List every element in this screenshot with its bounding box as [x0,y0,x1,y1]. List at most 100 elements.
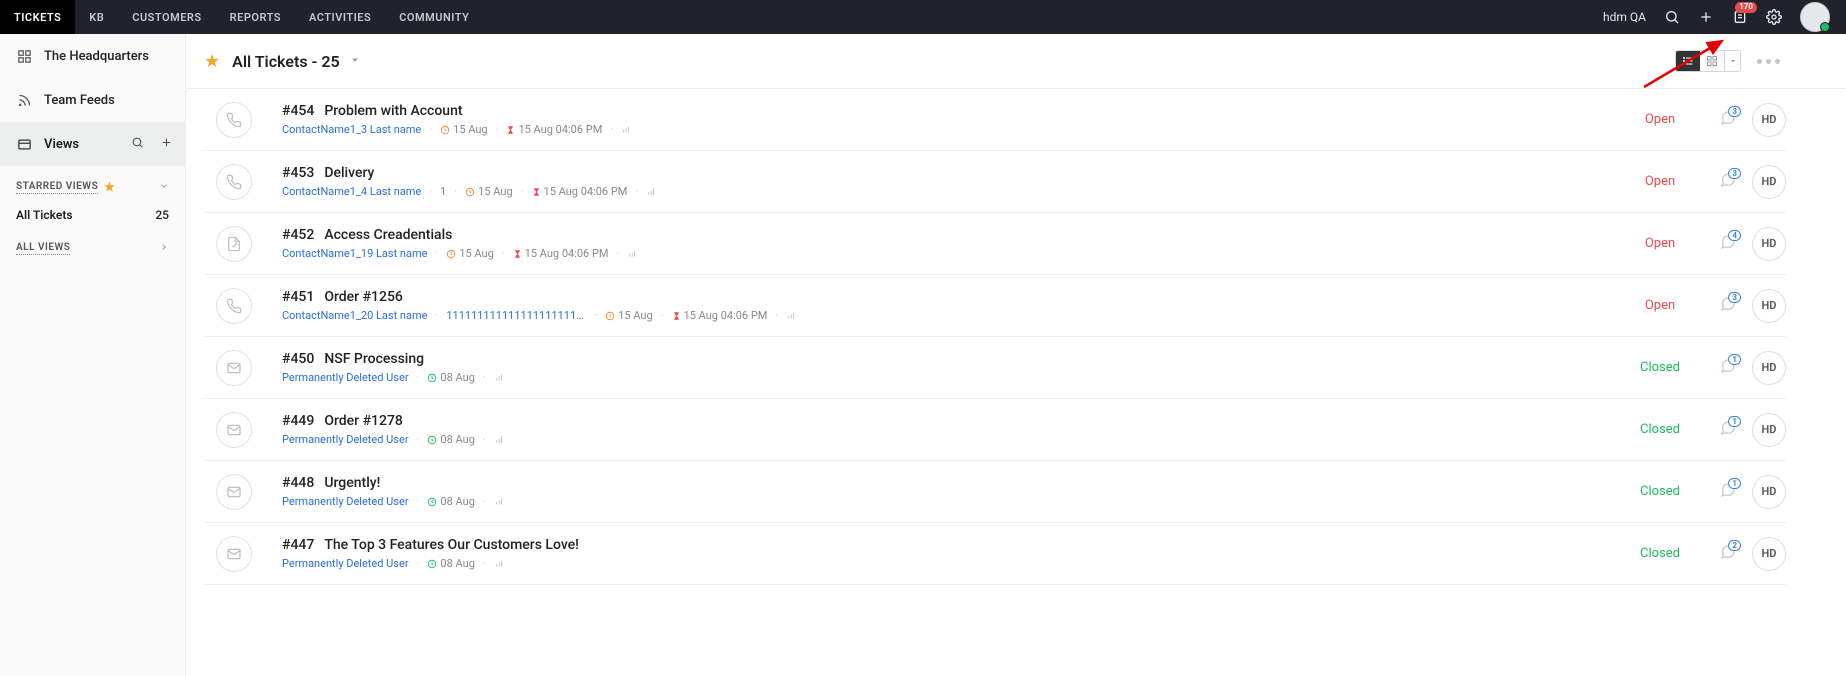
views-add-icon[interactable] [160,136,173,153]
ticket-title[interactable]: The Top 3 Features Our Customers Love! [324,537,579,553]
ticket-row[interactable]: #450 NSF Processing Permanently Deleted … [204,337,1786,399]
ticket-row[interactable]: #447 The Top 3 Features Our Customers Lo… [204,523,1786,585]
sidebar-team-feeds[interactable]: Team Feeds [0,78,185,122]
ticket-meta: Permanently Deleted User· 08 Aug· [282,371,1620,384]
sidebar-item-label: Team Feeds [44,93,115,108]
comment-count: 1 [1728,416,1741,428]
nav-community[interactable]: COMMUNITY [385,0,483,34]
ticket-row[interactable]: #452 Access Creadentials ContactName1_19… [204,213,1786,275]
gear-icon[interactable] [1766,9,1782,25]
views-search-icon[interactable] [131,136,144,153]
assignee-avatar[interactable]: HD [1752,413,1786,447]
assignee-avatar[interactable]: HD [1752,103,1786,137]
view-toggle-dropdown[interactable] [1724,51,1740,71]
comment-count: 1 [1728,478,1741,490]
sidebar-headquarters[interactable]: The Headquarters [0,34,185,78]
top-nav: TICKETS KB CUSTOMERS REPORTS ACTIVITIES … [0,0,1846,34]
contact-link[interactable]: Permanently Deleted User [282,557,409,570]
ticket-body: #454 Problem with Account ContactName1_3… [282,103,1620,136]
due-date: 08 Aug [427,557,474,570]
nav-items: TICKETS KB CUSTOMERS REPORTS ACTIVITIES … [0,0,483,34]
ticket-number: #453 [282,165,314,181]
view-toggle [1675,50,1741,72]
starred-views-header[interactable]: STARRED VIEWS ★ [0,166,185,202]
comment-indicator[interactable]: 3 [1720,110,1736,130]
contact-link[interactable]: ContactName1_19 Last name [282,247,427,260]
ticket-meta: ContactName1_3 Last name· 15 Aug· 15 Aug… [282,123,1620,136]
assignee-avatar[interactable]: HD [1752,289,1786,323]
nav-kb[interactable]: KB [75,0,118,34]
title-dropdown-icon[interactable] [350,54,360,69]
all-views-header[interactable]: ALL VIEWS [0,228,185,263]
assignee-avatar[interactable]: HD [1752,227,1786,261]
grid-view-button[interactable] [1700,51,1724,71]
comment-indicator[interactable]: 3 [1720,172,1736,192]
section-label: STARRED VIEWS [16,181,98,194]
ticket-title[interactable]: Access Creadentials [324,227,452,243]
ticket-list: #454 Problem with Account ContactName1_3… [186,89,1846,676]
ticket-title[interactable]: Delivery [324,165,374,181]
sidebar-views[interactable]: Views [0,122,185,166]
contact-link[interactable]: Permanently Deleted User [282,371,409,384]
nav-activities[interactable]: ACTIVITIES [295,0,385,34]
contact-link[interactable]: Permanently Deleted User [282,433,409,446]
assignee-avatar[interactable]: HD [1752,475,1786,509]
user-avatar[interactable] [1800,2,1830,32]
assignee-avatar[interactable]: HD [1752,537,1786,571]
ticket-row[interactable]: #448 Urgently! Permanently Deleted User·… [204,461,1786,523]
nav-customers[interactable]: CUSTOMERS [118,0,215,34]
view-all-tickets[interactable]: All Tickets 25 [0,202,185,228]
overdue-time: 15 Aug 04:06 PM [513,247,609,260]
ticket-number: #451 [282,289,314,305]
contact-link[interactable]: ContactName1_20 Last name [282,309,427,322]
comment-indicator[interactable]: 1 [1720,420,1736,440]
ticket-row[interactable]: #453 Delivery ContactName1_4 Last name·1… [204,151,1786,213]
priority-icon [786,311,798,321]
comment-indicator[interactable]: 1 [1720,358,1736,378]
ticket-title[interactable]: Problem with Account [324,103,462,119]
star-icon: ★ [104,180,115,194]
nav-reports[interactable]: REPORTS [216,0,295,34]
view-label: All Tickets [16,208,73,222]
ticket-body: #447 The Top 3 Features Our Customers Lo… [282,537,1620,570]
ticket-title[interactable]: Urgently! [324,475,380,491]
channel-icon [216,226,252,262]
comment-count: 2 [1728,540,1741,552]
ticket-number: #450 [282,351,314,367]
notification-icon[interactable]: 170 [1732,9,1748,25]
comment-indicator[interactable]: 4 [1720,234,1736,254]
more-menu-button[interactable] [1751,53,1786,70]
comment-count: 3 [1728,168,1741,180]
comment-count: 3 [1728,292,1741,304]
priority-icon [494,497,506,507]
assignee-avatar[interactable]: HD [1752,165,1786,199]
assignee-avatar[interactable]: HD [1752,351,1786,385]
priority-icon [494,559,506,569]
nav-tickets[interactable]: TICKETS [0,0,75,34]
search-icon[interactable] [1664,9,1680,25]
views-icon [16,136,32,152]
comment-indicator[interactable]: 2 [1720,544,1736,564]
ticket-row[interactable]: #449 Order #1278 Permanently Deleted Use… [204,399,1786,461]
ticket-title[interactable]: NSF Processing [324,351,424,367]
priority-icon [494,373,506,383]
ticket-row[interactable]: #451 Order #1256 ContactName1_20 Last na… [204,275,1786,337]
ticket-body: #448 Urgently! Permanently Deleted User·… [282,475,1620,508]
list-view-button[interactable] [1676,51,1700,71]
star-icon[interactable]: ★ [204,51,220,72]
priority-icon [621,125,633,135]
contact-link[interactable]: ContactName1_4 Last name [282,185,421,198]
due-date: 08 Aug [427,495,474,508]
ticket-title[interactable]: Order #1256 [324,289,403,305]
view-count: 25 [155,208,169,222]
contact-link[interactable]: Permanently Deleted User [282,495,409,508]
contact-link[interactable]: ContactName1_3 Last name [282,123,421,136]
comment-indicator[interactable]: 3 [1720,296,1736,316]
priority-icon [646,187,658,197]
ticket-row[interactable]: #454 Problem with Account ContactName1_3… [204,89,1786,151]
section-label: ALL VIEWS [16,242,70,255]
comment-indicator[interactable]: 1 [1720,482,1736,502]
user-label: hdm QA [1603,10,1646,24]
ticket-title[interactable]: Order #1278 [324,413,403,429]
add-icon[interactable] [1698,9,1714,25]
